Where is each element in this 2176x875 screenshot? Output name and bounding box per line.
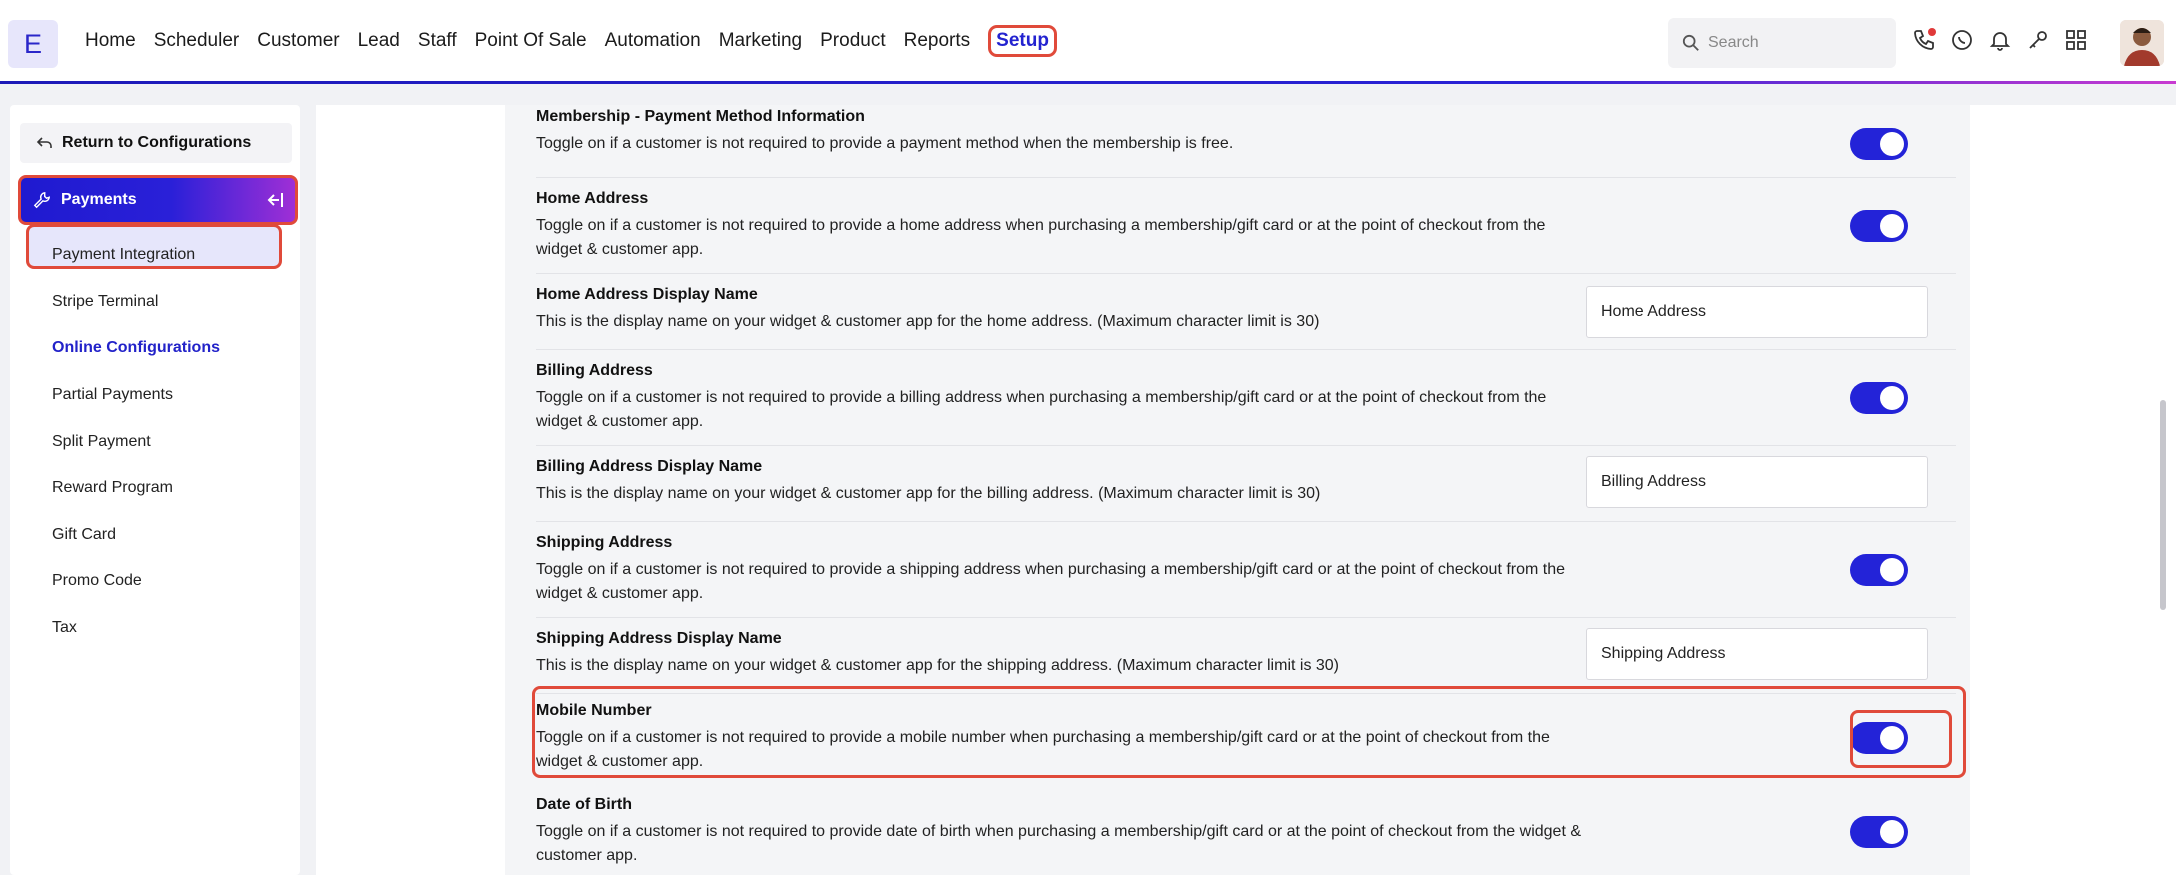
setting-row: Date of Birth Toggle on if a customer is… bbox=[536, 790, 1956, 870]
bell-icon[interactable] bbox=[1988, 28, 2012, 52]
payments-label: Payments bbox=[61, 191, 137, 208]
nav-setup[interactable]: Setup bbox=[988, 25, 1057, 57]
billing-address-display-name-input[interactable]: Billing Address bbox=[1586, 456, 1928, 508]
setting-row: Home Address Toggle on if a customer is … bbox=[536, 178, 1956, 274]
setting-row: Shipping Address Display Name This is th… bbox=[536, 618, 1956, 694]
shipping-address-display-name-input[interactable]: Shipping Address bbox=[1586, 628, 1928, 680]
setting-description: This is the display name on your widget … bbox=[536, 485, 1321, 502]
nav-product[interactable]: Product bbox=[820, 28, 885, 57]
sidebar-item-reward-program[interactable]: Reward Program bbox=[52, 465, 220, 512]
page-scrollbar[interactable] bbox=[2160, 400, 2166, 610]
shipping-address-toggle[interactable] bbox=[1850, 554, 1908, 586]
setting-row: Billing Address Display Name This is the… bbox=[536, 446, 1956, 522]
setting-title: Membership - Payment Method Information bbox=[536, 108, 865, 125]
sidebar-item-payment-integration[interactable]: Payment Integration bbox=[52, 232, 220, 279]
setting-row: Membership - Payment Method Information … bbox=[536, 108, 1956, 178]
mobile-number-toggle-highlight bbox=[1850, 710, 1952, 768]
nav-marketing[interactable]: Marketing bbox=[719, 28, 802, 57]
back-arrow-icon bbox=[36, 137, 52, 148]
grid-icon[interactable] bbox=[2064, 28, 2088, 52]
nav-staff[interactable]: Staff bbox=[418, 28, 457, 57]
setting-row: Billing Address Toggle on if a customer … bbox=[536, 350, 1956, 446]
wrench-icon bbox=[33, 191, 51, 209]
home-address-display-name-input[interactable]: Home Address bbox=[1586, 286, 1928, 338]
top-navigation-bar: E Home Scheduler Customer Lead Staff Poi… bbox=[0, 0, 2176, 84]
search-icon bbox=[1682, 34, 1699, 51]
setting-description: Toggle on if a customer is not required … bbox=[536, 389, 1547, 430]
setting-description: Toggle on if a customer is not required … bbox=[536, 823, 1582, 864]
setting-title: Billing Address bbox=[536, 362, 653, 379]
sidebar-item-partial-payments[interactable]: Partial Payments bbox=[52, 372, 220, 419]
sidebar-item-split-payment[interactable]: Split Payment bbox=[52, 418, 220, 465]
sidebar-item-tax[interactable]: Tax bbox=[52, 605, 220, 652]
sidebar-item-promo-code[interactable]: Promo Code bbox=[52, 558, 220, 605]
billing-address-toggle[interactable] bbox=[1850, 382, 1908, 414]
phone-icon[interactable] bbox=[1912, 28, 1936, 52]
mobile-number-highlight bbox=[532, 686, 1966, 778]
user-avatar[interactable] bbox=[2120, 20, 2164, 66]
payment-method-toggle[interactable] bbox=[1850, 128, 1908, 160]
collapse-sidebar-icon[interactable] bbox=[265, 190, 285, 210]
setting-description: Toggle on if a customer is not required … bbox=[536, 217, 1546, 258]
nav-scheduler[interactable]: Scheduler bbox=[154, 28, 240, 57]
whatsapp-icon[interactable] bbox=[1950, 28, 1974, 52]
setting-title: Date of Birth bbox=[536, 796, 632, 813]
nav-lead[interactable]: Lead bbox=[358, 28, 400, 57]
app-logo[interactable]: E bbox=[8, 20, 58, 68]
sidebar-item-stripe-terminal[interactable]: Stripe Terminal bbox=[52, 279, 220, 326]
setting-description: This is the display name on your widget … bbox=[536, 313, 1320, 330]
sidebar-item-online-configurations[interactable]: Online Configurations bbox=[52, 325, 220, 372]
setting-row: Home Address Display Name This is the di… bbox=[536, 274, 1956, 350]
setting-title: Home Address bbox=[536, 190, 649, 207]
return-to-configurations-link[interactable]: Return to Configurations bbox=[20, 123, 292, 163]
sidebar-item-gift-card[interactable]: Gift Card bbox=[52, 512, 220, 559]
date-of-birth-toggle[interactable] bbox=[1850, 816, 1908, 848]
home-address-toggle[interactable] bbox=[1850, 210, 1908, 242]
nav-customer[interactable]: Customer bbox=[257, 28, 339, 57]
search-input[interactable]: Search bbox=[1668, 18, 1896, 68]
setting-description: Toggle on if a customer is not required … bbox=[536, 561, 1566, 602]
nav-home[interactable]: Home bbox=[85, 28, 136, 57]
return-label: Return to Configurations bbox=[62, 134, 252, 151]
nav-point-of-sale[interactable]: Point Of Sale bbox=[475, 28, 587, 57]
search-placeholder: Search bbox=[1708, 34, 1759, 51]
main-nav: Home Scheduler Customer Lead Staff Point… bbox=[85, 25, 1075, 57]
setting-title: Shipping Address bbox=[536, 534, 673, 551]
nav-reports[interactable]: Reports bbox=[904, 28, 971, 57]
key-icon[interactable] bbox=[2026, 28, 2050, 52]
setting-row: Shipping Address Toggle on if a customer… bbox=[536, 522, 1956, 618]
payments-section-header[interactable]: Payments bbox=[18, 175, 298, 225]
setting-description: Toggle on if a customer is not required … bbox=[536, 135, 1234, 152]
setting-description: This is the display name on your widget … bbox=[536, 657, 1340, 674]
nav-automation[interactable]: Automation bbox=[605, 28, 701, 57]
